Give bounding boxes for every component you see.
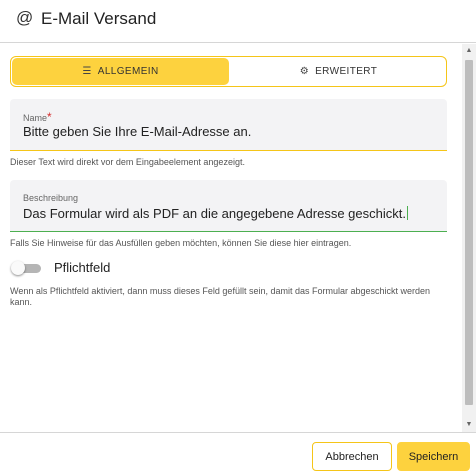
tab-erweitert-label: ERWEITERT [315, 66, 378, 77]
dialog-header: @ E-Mail Versand [0, 0, 476, 43]
cancel-button[interactable]: Abbrechen [312, 442, 392, 471]
scroll-up-arrow-icon[interactable]: ▲ [462, 44, 476, 58]
description-field-help: Falls Sie Hinweise für das Ausfüllen geb… [10, 238, 352, 248]
required-toggle[interactable] [11, 261, 41, 275]
tab-allgemein[interactable]: ☰ ALLGEMEIN [12, 58, 229, 85]
description-field[interactable]: Beschreibung Das Formular wird als PDF a… [10, 180, 447, 232]
gear-icon: ⚙ [299, 66, 310, 77]
tab-erweitert[interactable]: ⚙ ERWEITERT [231, 57, 446, 86]
required-toggle-label: Pflichtfeld [54, 260, 111, 275]
required-toggle-help: Wenn als Pflichtfeld aktiviert, dann mus… [10, 286, 431, 307]
dialog-title: E-Mail Versand [41, 9, 157, 28]
vertical-scrollbar[interactable]: ▲ ▼ [462, 44, 476, 432]
save-button[interactable]: Speichern [397, 442, 470, 471]
dialog-content: ☰ ALLGEMEIN ⚙ ERWEITERT Name* Bitte gebe… [0, 44, 462, 432]
list-icon: ☰ [82, 66, 92, 77]
name-label-text: Name [23, 113, 48, 123]
description-field-value-wrap[interactable]: Das Formular wird als PDF an die angegeb… [23, 206, 408, 221]
required-mark: * [47, 110, 52, 124]
name-field-value[interactable]: Bitte geben Sie Ihre E-Mail-Adresse an. [23, 124, 251, 139]
description-field-value: Das Formular wird als PDF an die angegeb… [23, 206, 406, 221]
dialog-footer: Abbrechen Speichern [0, 432, 476, 475]
description-field-label: Beschreibung [23, 193, 79, 203]
name-field-label: Name* [23, 110, 52, 124]
at-icon: @ [16, 8, 34, 27]
toggle-thumb [11, 261, 25, 275]
name-field[interactable]: Name* Bitte geben Sie Ihre E-Mail-Adress… [10, 99, 447, 151]
scroll-thumb[interactable] [465, 60, 473, 405]
tab-allgemein-label: ALLGEMEIN [97, 66, 159, 77]
tab-bar: ☰ ALLGEMEIN ⚙ ERWEITERT [10, 56, 447, 87]
scroll-down-arrow-icon[interactable]: ▼ [462, 418, 476, 432]
text-cursor [406, 206, 408, 220]
name-field-help: Dieser Text wird direkt vor dem Eingabee… [10, 157, 245, 167]
